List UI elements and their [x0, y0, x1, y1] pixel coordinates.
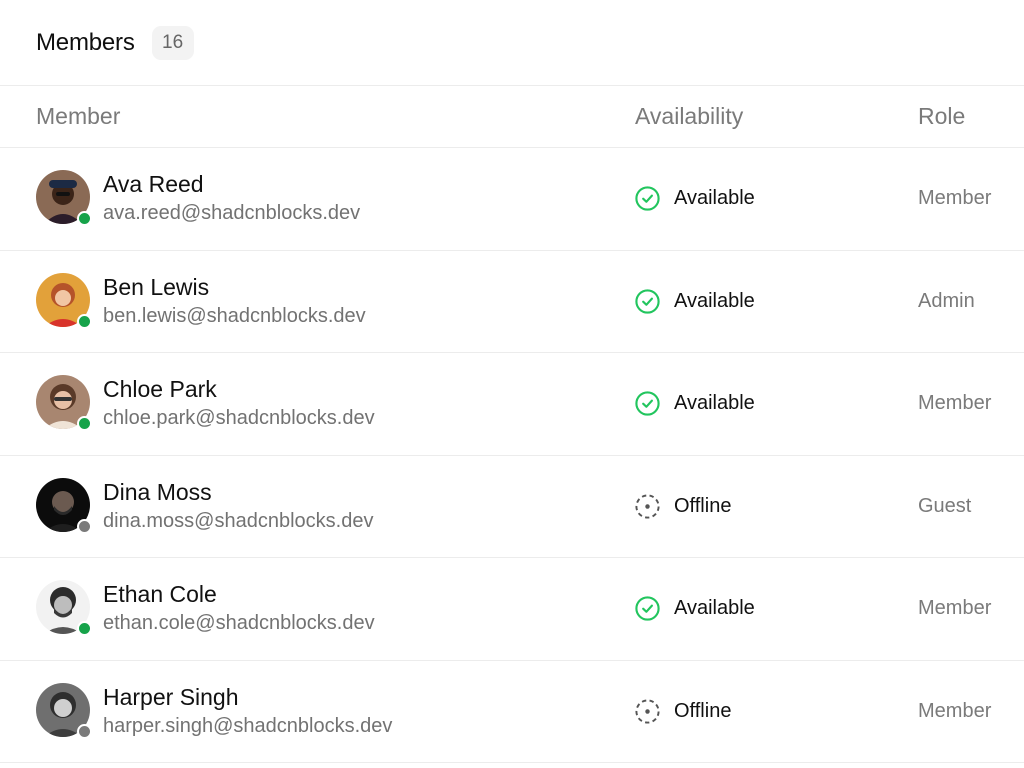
member-name: Dina Moss	[103, 478, 212, 505]
availability-status: Available	[634, 288, 755, 315]
members-table-body: Ava Reed ava.reed@shadcnblocks.dev Avail…	[0, 148, 1024, 763]
availability-status: Offline	[634, 493, 731, 520]
member-email: ava.reed@shadcnblocks.dev	[103, 202, 361, 224]
members-panel: Members 16 Member Availability Role Ava …	[0, 0, 1024, 768]
member-role[interactable]: Member	[918, 700, 991, 723]
page-title: Members	[36, 28, 135, 56]
column-header-availability[interactable]: Availability	[635, 103, 743, 130]
member-role[interactable]: Member	[918, 597, 991, 620]
presence-dot	[77, 211, 92, 226]
presence-dot	[77, 518, 92, 534]
member-role[interactable]: Member	[918, 392, 991, 415]
table-header: Member Availability Role	[0, 86, 1024, 148]
availability-label: Available	[674, 597, 755, 619]
avatar	[36, 580, 92, 636]
member-role[interactable]: Admin	[918, 290, 975, 313]
member-name: Ethan Cole	[103, 581, 217, 607]
available-check-icon	[634, 288, 674, 315]
table-row[interactable]: Dina Moss dina.moss@shadcnblocks.dev Off…	[0, 456, 1024, 558]
availability-status: Available	[634, 185, 755, 212]
table-row[interactable]: Ava Reed ava.reed@shadcnblocks.dev Avail…	[0, 148, 1024, 251]
availability-status: Offline	[634, 698, 731, 725]
availability-label: Available	[674, 289, 755, 312]
avatar	[36, 170, 92, 226]
panel-header: Members 16	[0, 0, 1024, 86]
member-email: harper.singh@shadcnblocks.dev	[103, 714, 393, 737]
avatar	[36, 272, 92, 329]
availability-label: Offline	[674, 699, 732, 722]
member-name: Harper Singh	[103, 683, 239, 710]
offline-dashed-circle-icon	[634, 698, 674, 725]
column-header-member[interactable]: Member	[36, 103, 120, 130]
table-row[interactable]: Ben Lewis ben.lewis@shadcnblocks.dev Ava…	[0, 251, 1024, 353]
member-email: ethan.cole@shadcnblocks.dev	[103, 612, 375, 634]
availability-label: Offline	[674, 494, 732, 517]
available-check-icon	[634, 595, 674, 622]
member-name: Chloe Park	[103, 376, 217, 402]
avatar	[36, 477, 92, 534]
available-check-icon	[634, 185, 674, 212]
presence-dot	[77, 621, 92, 636]
member-email: dina.moss@shadcnblocks.dev	[103, 509, 374, 532]
table-row[interactable]: Chloe Park chloe.park@shadcnblocks.dev A…	[0, 353, 1024, 456]
member-role[interactable]: Guest	[918, 495, 971, 518]
member-role[interactable]: Member	[918, 187, 991, 210]
table-row[interactable]: Ethan Cole ethan.cole@shadcnblocks.dev A…	[0, 558, 1024, 661]
presence-dot	[77, 313, 92, 329]
table-row[interactable]: Harper Singh harper.singh@shadcnblocks.d…	[0, 661, 1024, 763]
member-email: chloe.park@shadcnblocks.dev	[103, 407, 375, 429]
avatar	[36, 682, 92, 739]
presence-dot	[77, 723, 92, 739]
availability-label: Available	[674, 187, 755, 209]
available-check-icon	[634, 390, 674, 417]
member-name: Ben Lewis	[103, 273, 210, 300]
availability-status: Available	[634, 595, 755, 622]
offline-dashed-circle-icon	[634, 493, 674, 520]
availability-label: Available	[674, 392, 755, 414]
avatar	[36, 375, 92, 431]
availability-status: Available	[634, 390, 755, 417]
member-count-badge: 16	[151, 25, 194, 60]
member-name: Ava Reed	[103, 171, 204, 197]
presence-dot	[77, 416, 92, 431]
column-header-role[interactable]: Role	[918, 103, 965, 130]
member-email: ben.lewis@shadcnblocks.dev	[103, 304, 366, 327]
